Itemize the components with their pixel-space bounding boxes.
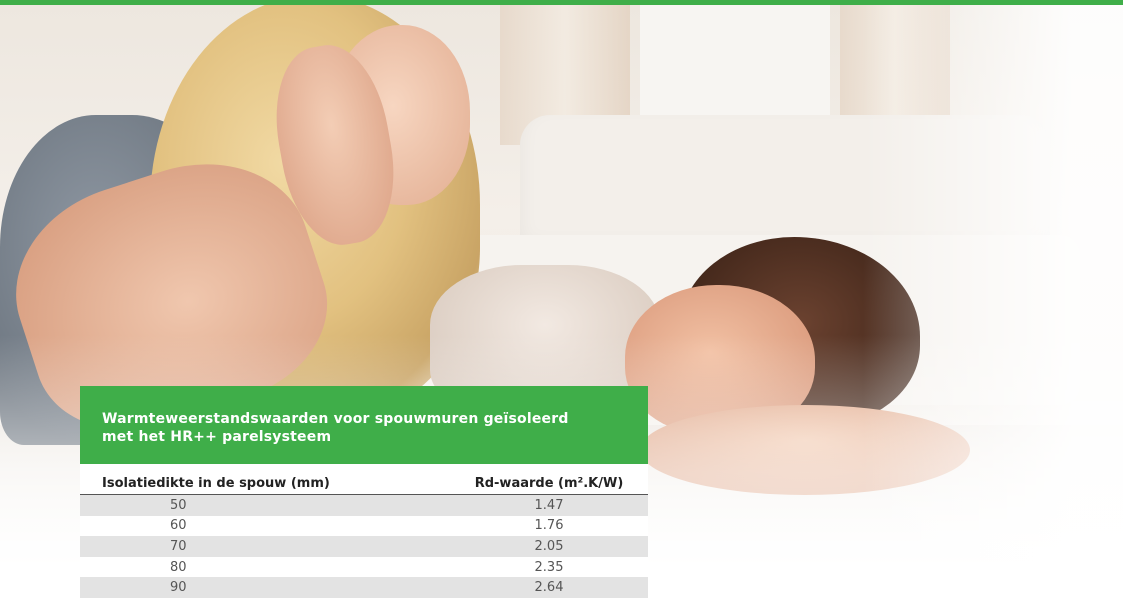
panel-title: Warmteweerstandswaarden voor spouwmuren …	[80, 386, 648, 464]
table-cell-thickness: 60	[80, 515, 450, 537]
table-row: 80 2.35	[80, 556, 648, 578]
insulation-values-panel: Warmteweerstandswaarden voor spouwmuren …	[80, 386, 648, 598]
table-row: 70 2.05	[80, 536, 648, 557]
panel-body: Isolatiedikte in de spouw (mm) Rd-waarde…	[80, 464, 648, 598]
photo-right-fade	[863, 5, 1123, 605]
table-cell-rd-value: 2.05	[450, 536, 648, 557]
table-cell-rd-value: 2.64	[450, 577, 648, 598]
table-cell-thickness: 90	[80, 577, 450, 598]
panel-title-line1: Warmteweerstandswaarden voor spouwmuren …	[102, 411, 569, 427]
insulation-table: Isolatiedikte in de spouw (mm) Rd-waarde…	[80, 474, 648, 598]
panel-title-line2: met het HR++ parelsysteem	[102, 429, 332, 445]
table-header-row: Isolatiedikte in de spouw (mm) Rd-waarde…	[80, 474, 648, 495]
table-cell-rd-value: 1.76	[450, 515, 648, 537]
table-row: 50 1.47	[80, 494, 648, 516]
table-cell-thickness: 50	[80, 494, 450, 516]
column-header-thickness: Isolatiedikte in de spouw (mm)	[80, 474, 450, 495]
table-cell-thickness: 70	[80, 536, 450, 557]
table-row: 60 1.76	[80, 515, 648, 537]
table-cell-rd-value: 1.47	[450, 494, 648, 516]
column-header-rd-value: Rd-waarde (m².K/W)	[450, 474, 648, 495]
table-row: 90 2.64	[80, 577, 648, 598]
table-cell-rd-value: 2.35	[450, 556, 648, 578]
table-cell-thickness: 80	[80, 556, 450, 578]
